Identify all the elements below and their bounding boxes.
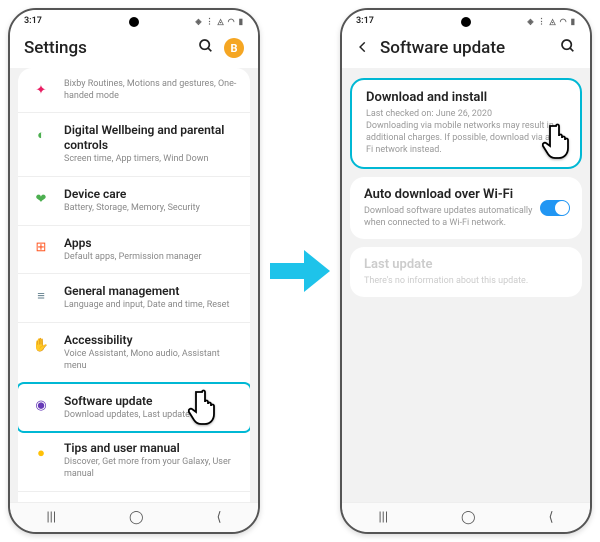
item-texts: Tips and user manualDiscover, Get more f… [64, 441, 238, 480]
item-icon: ≡ [30, 285, 52, 307]
camera-cutout [129, 17, 139, 27]
search-icon[interactable] [560, 38, 576, 58]
item-subtitle: Discover, Get more from your Galaxy, Use… [64, 457, 238, 480]
item-texts: Software updateDownload updates, Last up… [64, 394, 238, 422]
item-texts: AccessibilityVoice Assistant, Mono audio… [64, 333, 238, 372]
card-subtitle: Last checked on: June 26, 2020 Downloadi… [366, 108, 566, 157]
item-icon: ● [30, 442, 52, 464]
item-texts: AppsDefault apps, Permission manager [64, 236, 238, 264]
update-card-last-update: Last update There's no information about … [350, 247, 582, 297]
settings-item-routines[interactable]: ✦ Bixby Routines, Motions and gestures, O… [18, 68, 250, 113]
item-texts: General managementLanguage and input, Da… [64, 284, 238, 312]
header: Settings B [10, 32, 258, 68]
phone-software-update: 3:17 ◈ ⋮ ◬ ◠ ▮ Software update Download … [340, 8, 592, 534]
nav-home[interactable]: ◯ [461, 510, 476, 525]
settings-content: ✦ Bixby Routines, Motions and gestures, O… [10, 68, 258, 502]
page-title: Settings [24, 38, 198, 58]
nav-back[interactable]: ⟨ [548, 510, 553, 525]
settings-item-tips-and-user-manual[interactable]: ● Tips and user manualDiscover, Get more … [18, 431, 250, 491]
page-title: Software update [380, 38, 560, 58]
item-title: Digital Wellbeing and parental controls [64, 123, 238, 153]
item-title: Software update [64, 394, 238, 409]
card-subtitle: There's no information about this update… [364, 275, 568, 287]
item-subtitle: Battery, Storage, Memory, Security [64, 203, 238, 215]
avatar[interactable]: B [224, 38, 244, 58]
nav-back[interactable]: ⟨ [216, 510, 221, 525]
card-title: Last update [364, 257, 568, 272]
update-content: Download and install Last checked on: Jun… [342, 68, 590, 502]
item-subtitle: Language and input, Date and time, Reset [64, 300, 238, 312]
item-subtitle: Screen time, App timers, Wind Down [64, 154, 238, 166]
status-icons: ◈ ⋮ ◬ ◠ ▮ [527, 17, 576, 26]
update-card-auto-download-over-wi-fi[interactable]: Auto download over Wi-Fi Download softwar… [350, 177, 582, 239]
nav-home[interactable]: ◯ [129, 510, 144, 525]
card-subtitle: Download software updates automatically … [364, 205, 568, 229]
item-title: Device care [64, 187, 238, 202]
card-title: Auto download over Wi-Fi [364, 187, 568, 202]
nav-bar: ||| ◯ ⟨ [342, 502, 590, 532]
search-icon[interactable] [198, 38, 214, 58]
header: Software update [342, 32, 590, 68]
settings-list: ✦ Bixby Routines, Motions and gestures, O… [18, 68, 250, 502]
settings-item-digital-wellbeing-and-parental-controls[interactable]: ◐ Digital Wellbeing and parental controls… [18, 113, 250, 177]
status-time: 3:17 [356, 16, 374, 26]
settings-item-general-management[interactable]: ≡ General managementLanguage and input, D… [18, 274, 250, 323]
item-texts: Bixby Routines, Motions and gestures, On… [64, 78, 238, 102]
nav-recents[interactable]: ||| [46, 510, 56, 525]
item-icon: ◉ [30, 395, 52, 417]
settings-item-software-update[interactable]: ◉ Software updateDownload updates, Last u… [18, 382, 250, 434]
item-icon: ❤ [30, 188, 52, 210]
item-icon: ⊞ [30, 237, 52, 259]
item-title: Apps [64, 236, 238, 251]
item-title: General management [64, 284, 238, 299]
nav-recents[interactable]: ||| [378, 510, 388, 525]
item-texts: Device careBattery, Storage, Memory, Sec… [64, 187, 238, 215]
item-title: Tips and user manual [64, 441, 238, 456]
status-icons: ◈ ⋮ ◬ ◠ ▮ [195, 17, 244, 26]
item-icon: ✦ [30, 79, 52, 101]
item-icon: ✋ [30, 334, 52, 356]
status-time: 3:17 [24, 16, 42, 26]
item-subtitle: Voice Assistant, Mono audio, Assistant m… [64, 349, 238, 372]
settings-item-accessibility[interactable]: ✋ AccessibilityVoice Assistant, Mono audi… [18, 323, 250, 383]
arrow-icon [264, 246, 336, 296]
item-icon: ◐ [30, 124, 52, 146]
settings-item-device-care[interactable]: ❤ Device careBattery, Storage, Memory, Se… [18, 177, 250, 226]
wifi-toggle[interactable] [540, 200, 570, 216]
card-title: Download and install [366, 90, 566, 105]
item-subtitle: Bixby Routines, Motions and gestures, On… [64, 79, 238, 102]
phone-settings: 3:17 ◈ ⋮ ◬ ◠ ▮ Settings B ✦ Bixby Routine… [8, 8, 260, 534]
settings-item-apps[interactable]: ⊞ AppsDefault apps, Permission manager [18, 226, 250, 275]
nav-bar: ||| ◯ ⟨ [10, 502, 258, 532]
item-title: Accessibility [64, 333, 238, 348]
settings-item-about-phone[interactable]: ⓘAbout phoneStatus, Legal information, P… [18, 492, 250, 502]
item-subtitle: Download updates, Last update [64, 410, 238, 422]
item-texts: Digital Wellbeing and parental controlsS… [64, 123, 238, 166]
camera-cutout [461, 17, 471, 27]
item-subtitle: Default apps, Permission manager [64, 252, 238, 264]
update-card-download-and-install[interactable]: Download and install Last checked on: Jun… [350, 78, 582, 169]
back-button[interactable] [356, 39, 370, 58]
